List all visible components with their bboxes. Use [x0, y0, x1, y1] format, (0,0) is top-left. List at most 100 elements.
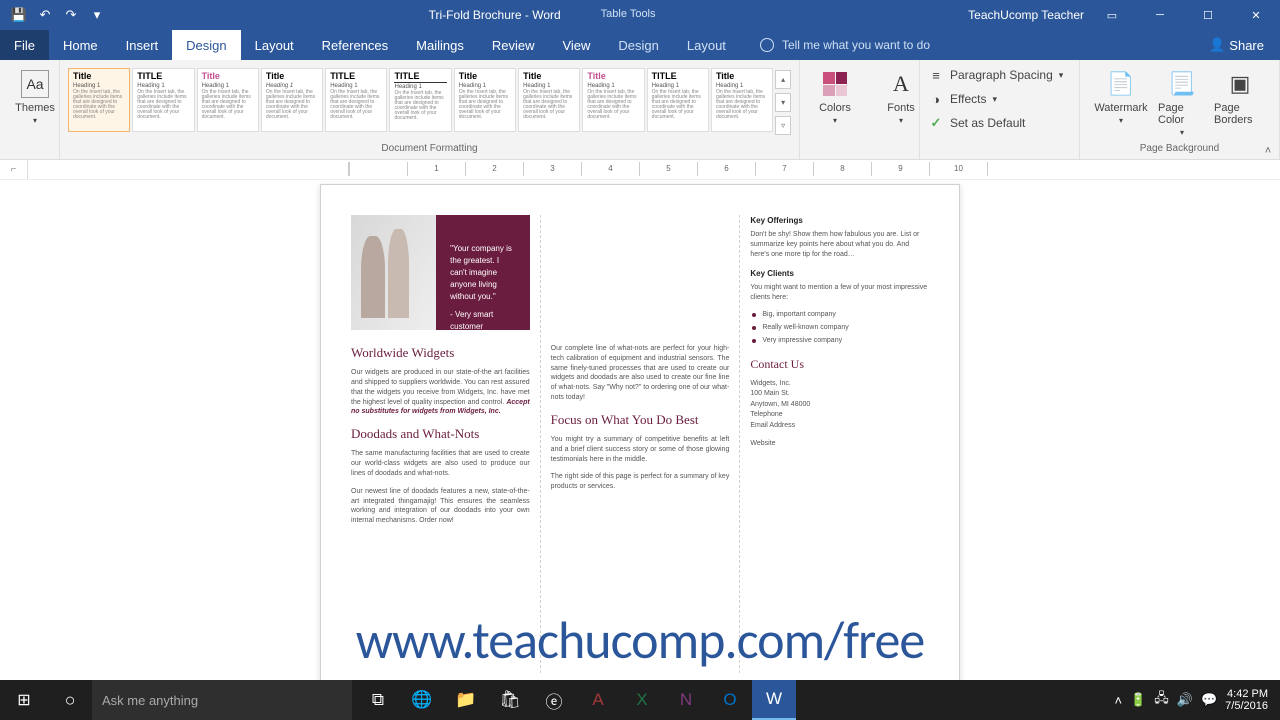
document-title: Tri-Fold Brochure - Word — [429, 8, 561, 22]
style-set-item[interactable]: TitleHeading 1On the Insert tab, the gal… — [261, 68, 323, 132]
tab-table-layout[interactable]: Layout — [673, 30, 740, 60]
set-default-button[interactable]: ✓Set as Default — [928, 112, 1071, 134]
colors-icon — [819, 68, 851, 100]
tab-references[interactable]: References — [308, 30, 402, 60]
tab-review[interactable]: Review — [478, 30, 549, 60]
tab-insert[interactable]: Insert — [112, 30, 173, 60]
ribbon-tabs: File Home Insert Design Layout Reference… — [0, 30, 1280, 60]
horizontal-ruler[interactable]: 12 345 678 910 — [28, 160, 1280, 179]
body-text: The same manufacturing facilities that a… — [351, 449, 530, 478]
style-set-item[interactable]: TitleHeading 1On the Insert tab, the gal… — [711, 68, 773, 132]
share-label: Share — [1229, 38, 1264, 53]
style-set-item[interactable]: TitleHeading 1On the Insert tab, the gal… — [582, 68, 644, 132]
watermark-button[interactable]: 📄Watermark▾ — [1088, 64, 1154, 137]
colors-button[interactable]: Colors▾ — [808, 64, 862, 125]
style-set-item[interactable]: TITLEHeading 1On the Insert tab, the gal… — [132, 68, 194, 132]
user-name: TeachUcomp Teacher — [968, 8, 1084, 22]
body-text: Our complete line of what-nots are perfe… — [551, 344, 730, 403]
tab-table-design[interactable]: Design — [604, 30, 672, 60]
cortana-icon[interactable]: ○ — [48, 690, 92, 711]
ribbon: Aa Themes ▾ TitleHeading 1On the Insert … — [0, 60, 1280, 160]
word-icon[interactable]: W — [752, 680, 796, 720]
collapse-ribbon-button[interactable]: ˄ — [1260, 145, 1276, 157]
paragraph-spacing-button[interactable]: ≡Paragraph Spacing ▾ — [928, 64, 1071, 86]
file-explorer-icon[interactable]: 📁 — [444, 680, 488, 720]
themes-button[interactable]: Aa Themes ▾ — [8, 64, 62, 125]
excel-icon[interactable]: X — [620, 680, 664, 720]
redo-button[interactable]: ↷ — [60, 4, 82, 26]
page-borders-button[interactable]: ▣Page Borders — [1210, 64, 1270, 137]
website-text: Website — [750, 439, 929, 450]
outlook-icon[interactable]: O — [708, 680, 752, 720]
edge-icon[interactable]: 🌐 — [400, 680, 444, 720]
body-text: Don't be shy! Show them how fabulous you… — [750, 230, 929, 259]
style-set-item[interactable]: TitleHeading 1On the Insert tab, the gal… — [518, 68, 580, 132]
tab-view[interactable]: View — [548, 30, 604, 60]
themes-label: Themes — [15, 102, 55, 114]
fonts-icon: A — [885, 68, 917, 100]
style-set-item[interactable]: TITLEHeading 1On the Insert tab, the gal… — [389, 68, 451, 132]
effects-button[interactable]: ◑Effects ▾ — [928, 88, 1071, 110]
document-area[interactable]: "Your company is the greatest. I can't i… — [0, 180, 1280, 680]
contact-address: Widgets, Inc.100 Main St.Anytown, MI 480… — [750, 379, 929, 432]
network-icon[interactable]: 🖧 — [1154, 689, 1169, 711]
style-set-item[interactable]: TITLEHeading 1On the Insert tab, the gal… — [647, 68, 709, 132]
start-button[interactable]: ⊞ — [0, 680, 48, 720]
battery-icon[interactable]: 🔋 — [1130, 692, 1146, 708]
ribbon-options-button[interactable]: ▭ — [1092, 0, 1132, 30]
tell-me-search[interactable]: Tell me what you want to do — [740, 30, 1193, 60]
taskbar-search[interactable]: Ask me anything — [92, 680, 352, 720]
subheading: Key Clients — [750, 268, 929, 279]
brochure-quote: "Your company is the greatest. I can't i… — [436, 215, 530, 330]
tab-design[interactable]: Design — [172, 30, 240, 60]
gallery-down[interactable]: ▾ — [775, 93, 791, 112]
tab-mailings[interactable]: Mailings — [402, 30, 478, 60]
ie-icon[interactable]: ⓔ — [532, 680, 576, 720]
tab-selector[interactable]: ⌐ — [0, 160, 28, 179]
minimize-button[interactable]: ─ — [1140, 0, 1180, 30]
page[interactable]: "Your company is the greatest. I can't i… — [320, 184, 960, 680]
heading: Worldwide Widgets — [351, 344, 530, 362]
tab-file[interactable]: File — [0, 30, 49, 60]
style-set-item[interactable]: TITLEHeading 1On the Insert tab, the gal… — [325, 68, 387, 132]
gallery-up[interactable]: ▴ — [775, 70, 791, 89]
store-icon[interactable]: 🛍 — [488, 680, 532, 720]
list-item: Very impressive company — [750, 336, 929, 346]
undo-button[interactable]: ↶ — [34, 4, 56, 26]
group-themes: Aa Themes ▾ — [0, 60, 60, 159]
style-set-item[interactable]: TitleHeading 1On the Insert tab, the gal… — [68, 68, 130, 132]
tell-me-placeholder: Tell me what you want to do — [782, 38, 930, 52]
ruler-row: ⌐ 12 345 678 910 — [0, 160, 1280, 180]
subheading: Key Offerings — [750, 215, 929, 226]
style-set-gallery[interactable]: TitleHeading 1On the Insert tab, the gal… — [68, 64, 791, 141]
page-color-button[interactable]: 📃Page Color▾ — [1154, 64, 1210, 137]
brochure-photo — [351, 215, 436, 330]
share-button[interactable]: 👤 Share — [1193, 30, 1280, 60]
close-button[interactable]: ✕ — [1236, 0, 1276, 30]
page-color-icon: 📃 — [1166, 68, 1198, 100]
qat-customize[interactable]: ▾ — [86, 4, 108, 26]
save-button[interactable]: 💾 — [8, 4, 30, 26]
quick-access-toolbar: 💾 ↶ ↷ ▾ — [0, 4, 116, 26]
style-set-item[interactable]: TitleHeading 1On the Insert tab, the gal… — [197, 68, 259, 132]
tab-home[interactable]: Home — [49, 30, 112, 60]
table-tools-label: Table Tools — [601, 8, 656, 22]
maximize-button[interactable]: ☐ — [1188, 0, 1228, 30]
onenote-icon[interactable]: N — [664, 680, 708, 720]
volume-icon[interactable]: 🔊 — [1177, 692, 1193, 708]
action-center-icon[interactable]: 💬 — [1201, 692, 1217, 708]
access-icon[interactable]: A — [576, 680, 620, 720]
titlebar: 💾 ↶ ↷ ▾ Tri-Fold Brochure - Word Table T… — [0, 0, 1280, 30]
heading: Contact Us — [750, 356, 929, 373]
taskbar-clock[interactable]: 4:42 PM7/5/2016 — [1225, 688, 1274, 712]
task-view-icon[interactable]: ⧉ — [356, 680, 400, 720]
style-set-item[interactable]: TitleHeading 1On the Insert tab, the gal… — [454, 68, 516, 132]
gallery-more[interactable]: ▿ — [775, 116, 791, 135]
tray-up-icon[interactable]: ˄ — [1115, 693, 1123, 708]
colors-wrap: Colors▾ — [800, 60, 866, 159]
list-item: Really well-known company — [750, 323, 929, 333]
gallery-scroll: ▴ ▾ ▿ — [775, 68, 791, 137]
body-text: You might try a summary of competitive b… — [551, 435, 730, 464]
share-icon: 👤 — [1209, 37, 1225, 53]
tab-layout[interactable]: Layout — [241, 30, 308, 60]
